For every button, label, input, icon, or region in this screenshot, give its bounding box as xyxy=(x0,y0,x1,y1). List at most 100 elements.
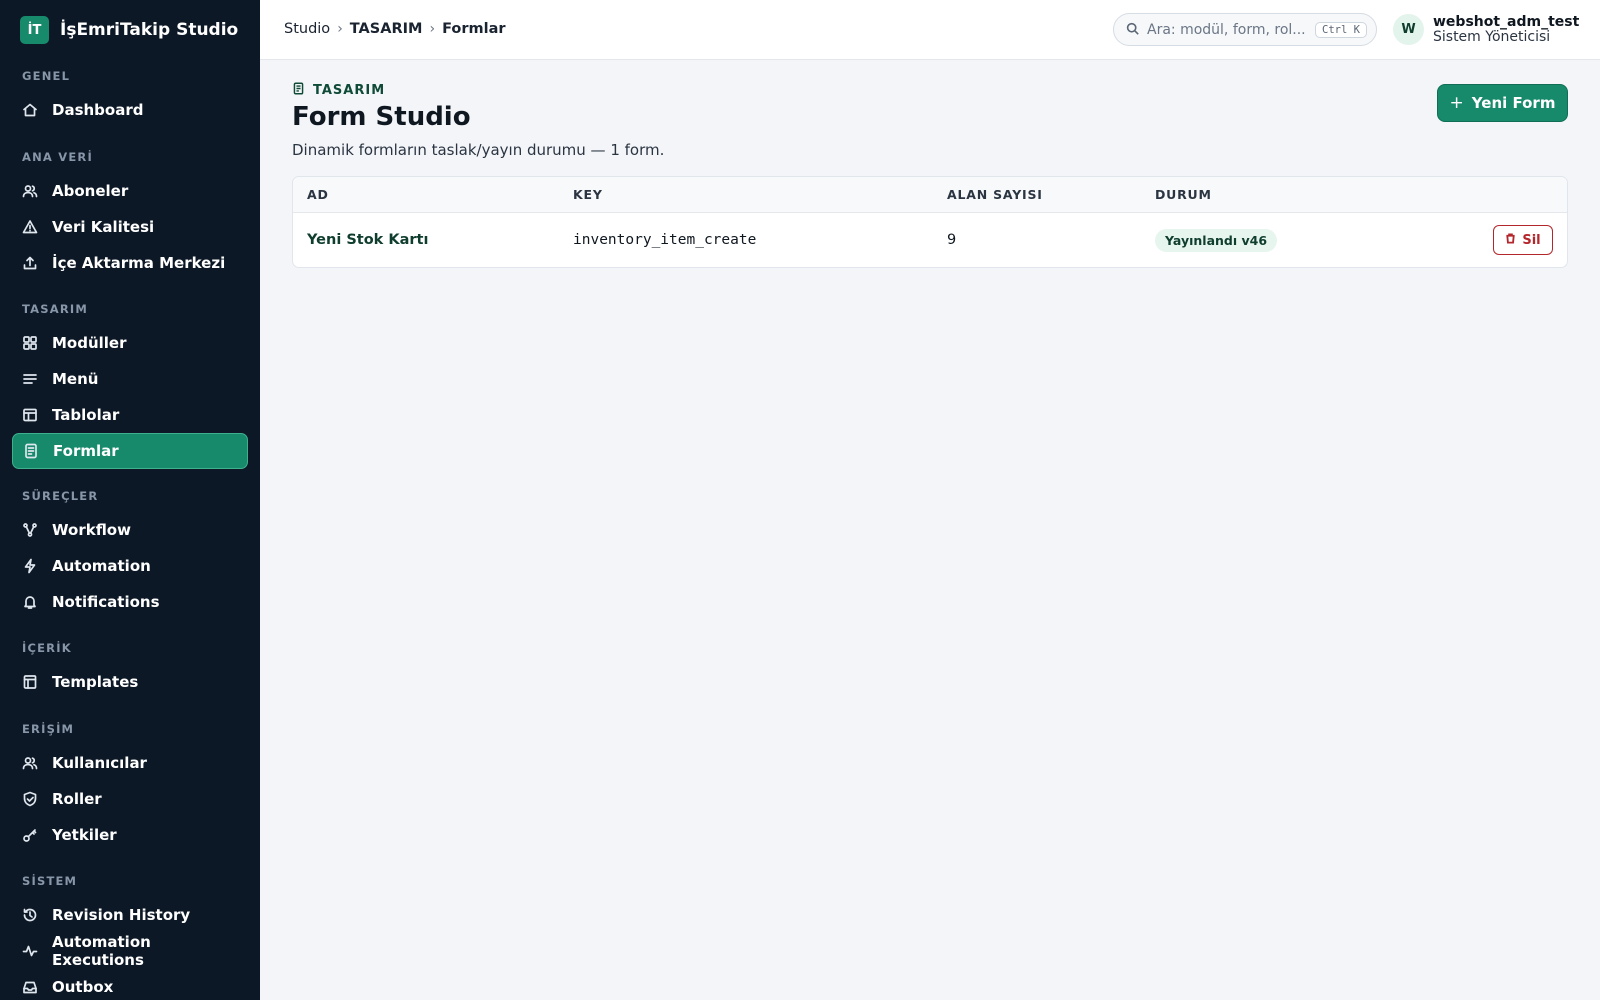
sidebar-section-erisim: ERİŞİM Kullanıcılar Roller Yetkiler xyxy=(0,719,260,853)
breadcrumb-separator: › xyxy=(429,21,436,37)
user-menu[interactable]: W webshot_adm_test Sistem Yöneticisi xyxy=(1393,14,1579,45)
sidebar-item-label: Dashboard xyxy=(52,101,144,119)
bell-icon xyxy=(22,594,38,610)
search-icon xyxy=(1126,20,1139,39)
sidebar-section-ana-veri: ANA VERİ Aboneler Veri Kalitesi İçe Aktarma… xyxy=(0,147,260,281)
sidebar-item-label: Outbox xyxy=(52,978,114,996)
avatar[interactable]: W xyxy=(1393,14,1424,45)
sidebar-item-tablolar[interactable]: Tablolar xyxy=(12,397,248,433)
table-row[interactable]: Yeni Stok Kartı inventory_item_create 9 … xyxy=(293,213,1567,267)
sidebar-section-heading: GENEL xyxy=(22,69,71,83)
sidebar-section-icerik: İÇERİK Templates xyxy=(0,638,260,700)
search-input[interactable] xyxy=(1147,21,1307,38)
sidebar-section-heading: ANA VERİ xyxy=(22,150,93,164)
sidebar-item-label: Automation Executions xyxy=(52,933,151,969)
activity-icon xyxy=(22,943,38,959)
sidebar-item-label: Revision History xyxy=(52,906,191,924)
sidebar-item-label: Roller xyxy=(52,790,102,808)
sidebar-section-heading: SİSTEM xyxy=(22,874,78,888)
table-icon xyxy=(22,407,38,423)
users-icon xyxy=(22,183,38,199)
sidebar-item-label: İçe Aktarma Merkezi xyxy=(52,254,226,272)
sidebar-item-aboneler[interactable]: Aboneler xyxy=(12,173,248,209)
user-role: Sistem Yöneticisi xyxy=(1433,28,1551,45)
sidebar-item-label: Modüller xyxy=(52,334,127,352)
sidebar-item-automation-executions[interactable]: Automation Executions xyxy=(12,933,248,969)
page-description: Dinamik formların taslak/yayın durumu — … xyxy=(292,141,665,159)
form-icon xyxy=(23,443,39,459)
new-form-button[interactable]: + Yeni Form xyxy=(1437,84,1568,122)
page-eyebrow-label: TASARIM xyxy=(313,82,386,98)
column-header-field-count[interactable]: ALAN SAYISI xyxy=(933,187,1141,202)
key-icon xyxy=(22,827,38,843)
sidebar-item-outbox[interactable]: Outbox xyxy=(12,969,248,1000)
sidebar-section-genel: GENEL Dashboard xyxy=(0,66,260,128)
shield-icon xyxy=(22,791,38,807)
warning-icon xyxy=(22,219,38,235)
history-icon xyxy=(22,907,38,923)
sidebar-item-notifications[interactable]: Notifications xyxy=(12,584,248,620)
sidebar-section-sistem: SİSTEM Revision History Automation Executi… xyxy=(0,871,260,1000)
bolt-icon xyxy=(22,558,38,574)
sidebar-item-roller[interactable]: Roller xyxy=(12,781,248,817)
trash-icon xyxy=(1505,232,1516,248)
sidebar-item-formlar[interactable]: Formlar xyxy=(12,433,248,469)
sidebar-item-yetkiler[interactable]: Yetkiler xyxy=(12,817,248,853)
sidebar-section-heading: ERİŞİM xyxy=(22,722,75,736)
sidebar-item-label: Tablolar xyxy=(52,406,120,424)
sidebar-item-label: Veri Kalitesi xyxy=(52,218,155,236)
sidebar-item-moduller[interactable]: Modüller xyxy=(12,325,248,361)
form-name-link[interactable]: Yeni Stok Kartı xyxy=(307,232,428,248)
sidebar-item-workflow[interactable]: Workflow xyxy=(12,512,248,548)
status-badge: Yayınlandı v46 xyxy=(1155,228,1278,252)
sidebar-item-automation[interactable]: Automation xyxy=(12,548,248,584)
sidebar-item-label: Formlar xyxy=(53,442,119,460)
sidebar-item-veri-kalitesi[interactable]: Veri Kalitesi xyxy=(12,209,248,245)
sidebar-item-label: Automation xyxy=(52,557,151,575)
template-icon xyxy=(22,674,38,690)
sidebar-item-kullanicilar[interactable]: Kullanıcılar xyxy=(12,745,248,781)
sidebar-item-ice-aktarma-merkezi[interactable]: İçe Aktarma Merkezi xyxy=(12,245,248,281)
form-icon xyxy=(292,81,305,99)
column-header-name[interactable]: AD xyxy=(293,187,559,202)
search-box[interactable]: Ctrl K xyxy=(1113,13,1377,46)
brand-name: İşEmriTakip Studio xyxy=(60,20,239,40)
sidebar-item-revision-history[interactable]: Revision History xyxy=(12,897,248,933)
page-eyebrow: TASARIM xyxy=(292,81,1568,99)
sidebar-section-tasarim: TASARIM Modüller Menü Tablolar Formlar xyxy=(0,299,260,469)
delete-button-label: Sil xyxy=(1522,232,1541,248)
sidebar-item-label: Aboneler xyxy=(52,182,129,200)
sidebar-item-label: Notifications xyxy=(52,593,160,611)
breadcrumb: Studio › TASARIM › Formlar xyxy=(284,21,506,37)
breadcrumb-studio[interactable]: Studio xyxy=(284,21,330,37)
sidebar-section-heading: SÜREÇLER xyxy=(22,489,99,503)
outbox-icon xyxy=(22,979,38,995)
sidebar-section-heading: TASARIM xyxy=(22,302,89,316)
brand[interactable]: İT İşEmriTakip Studio xyxy=(0,0,260,48)
form-key: inventory_item_create xyxy=(573,232,757,248)
forms-table: AD KEY ALAN SAYISI DURUM Yeni Stok Kartı… xyxy=(292,176,1568,268)
breadcrumb-formlar: Formlar xyxy=(442,21,506,37)
column-header-status[interactable]: DURUM xyxy=(1141,187,1401,202)
sidebar-item-label: Yetkiler xyxy=(52,826,117,844)
workflow-icon xyxy=(22,522,38,538)
sidebar-item-dashboard[interactable]: Dashboard xyxy=(12,92,248,128)
table-header: AD KEY ALAN SAYISI DURUM xyxy=(293,177,1567,213)
sidebar-item-label: Templates xyxy=(52,673,139,691)
breadcrumb-tasarim[interactable]: TASARIM xyxy=(350,21,423,37)
topbar: Studio › TASARIM › Formlar Ctrl K W webs… xyxy=(260,0,1600,60)
plus-icon: + xyxy=(1449,93,1464,113)
breadcrumb-separator: › xyxy=(337,21,343,37)
column-header-key[interactable]: KEY xyxy=(559,187,933,202)
search-shortcut-hint: Ctrl K xyxy=(1315,21,1367,38)
form-field-count: 9 xyxy=(947,232,957,248)
sidebar-section-heading: İÇERİK xyxy=(22,641,72,655)
sidebar-item-label: Kullanıcılar xyxy=(52,754,147,772)
sidebar-item-menu[interactable]: Menü xyxy=(12,361,248,397)
sidebar-section-surecler: SÜREÇLER Workflow Automation Notifications xyxy=(0,486,260,620)
delete-button[interactable]: Sil xyxy=(1493,225,1553,255)
new-form-button-label: Yeni Form xyxy=(1471,94,1556,112)
sidebar: İT İşEmriTakip Studio GENEL Dashboard ANA … xyxy=(0,0,260,1000)
sidebar-item-label: Menü xyxy=(52,370,99,388)
sidebar-item-templates[interactable]: Templates xyxy=(12,664,248,700)
